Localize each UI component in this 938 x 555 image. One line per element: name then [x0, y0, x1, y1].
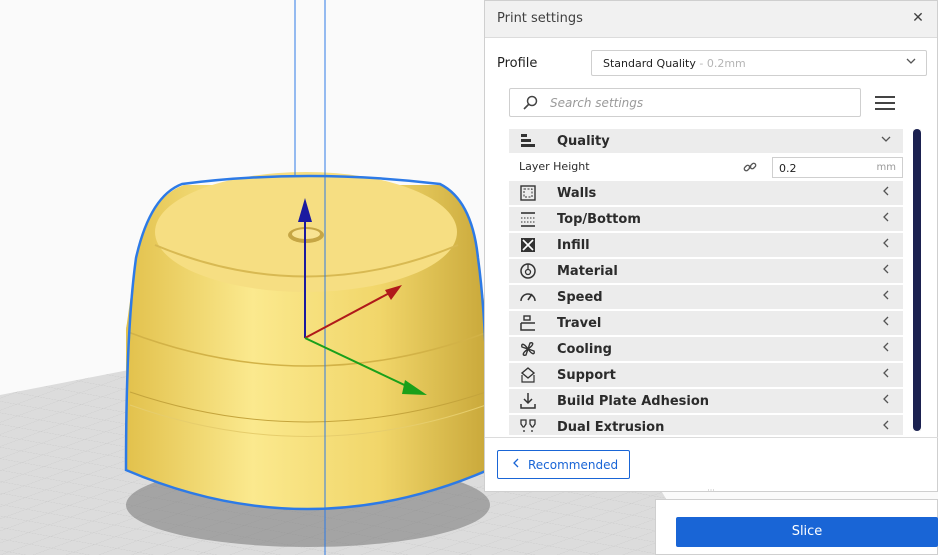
category-travel[interactable]: Travel	[509, 311, 903, 335]
chevron-left-icon	[881, 393, 891, 407]
support-icon	[519, 366, 537, 384]
model-body[interactable]	[124, 172, 490, 511]
category-support[interactable]: Support	[509, 363, 903, 387]
profile-value-sub: - 0.2mm	[695, 57, 746, 70]
chevron-left-icon	[881, 289, 891, 303]
category-build-plate-adhesion[interactable]: Build Plate Adhesion	[509, 389, 903, 413]
category-label: Build Plate Adhesion	[557, 394, 710, 409]
settings-visibility-menu-icon[interactable]	[875, 93, 895, 111]
chevron-left-icon	[881, 419, 891, 433]
slice-label: Slice	[791, 524, 823, 539]
chevron-left-icon	[881, 263, 891, 277]
panel-header: Print settings ✕	[485, 1, 937, 38]
profile-label: Profile	[497, 56, 538, 71]
walls-icon	[519, 184, 537, 202]
category-infill[interactable]: Infill	[509, 233, 903, 257]
chevron-left-icon	[881, 185, 891, 199]
chevron-left-icon	[881, 341, 891, 355]
material-icon	[519, 262, 537, 280]
category-top-bottom[interactable]: Top/Bottom	[509, 207, 903, 231]
panel-title: Print settings	[497, 11, 583, 26]
print-settings-panel: Print settings ✕ Profile Standard Qualit…	[484, 0, 938, 492]
search-icon	[522, 95, 538, 111]
scrollbar-thumb[interactable]	[913, 129, 921, 431]
chevron-left-icon	[511, 457, 521, 472]
category-label: Cooling	[557, 342, 612, 357]
layer-height-field[interactable]: mm	[772, 157, 903, 178]
chevron-left-icon	[881, 211, 891, 225]
category-label: Support	[557, 368, 616, 383]
category-speed[interactable]: Speed	[509, 285, 903, 309]
category-material[interactable]: Material	[509, 259, 903, 283]
layer-height-unit: mm	[876, 162, 896, 173]
layer-height-label: Layer Height	[519, 160, 590, 173]
chevron-down-icon	[906, 56, 916, 69]
profile-dropdown[interactable]: Standard Quality - 0.2mm	[591, 50, 927, 76]
panel-resize-handle[interactable]: ···	[703, 487, 719, 495]
close-icon[interactable]: ✕	[909, 9, 927, 27]
category-walls[interactable]: Walls	[509, 181, 903, 205]
layer-height-input[interactable]	[779, 161, 869, 175]
chevron-left-icon	[881, 315, 891, 329]
profile-value: Standard Quality - 0.2mm	[603, 57, 746, 70]
build-plate-adhesion-icon	[519, 392, 537, 410]
link-icon[interactable]	[742, 159, 758, 175]
category-label: Travel	[557, 316, 602, 331]
search-input[interactable]	[550, 94, 850, 111]
category-label: Walls	[557, 186, 597, 201]
category-label: Material	[557, 264, 618, 279]
profile-value-text: Standard Quality	[603, 57, 696, 70]
category-quality[interactable]: Quality	[509, 129, 903, 153]
chevron-left-icon	[881, 367, 891, 381]
infill-icon	[519, 236, 537, 254]
search-settings-box[interactable]	[509, 88, 861, 117]
category-label: Top/Bottom	[557, 212, 641, 227]
speed-icon	[519, 288, 537, 306]
chevron-left-icon	[881, 237, 891, 251]
top-bottom-icon	[519, 210, 537, 228]
quality-icon	[519, 132, 537, 150]
category-label: Infill	[557, 238, 590, 253]
panel-divider	[485, 437, 938, 438]
category-dual-extrusion[interactable]: Dual Extrusion	[509, 415, 903, 435]
travel-icon	[519, 314, 537, 332]
cooling-icon	[519, 340, 537, 358]
category-label: Quality	[557, 134, 610, 149]
category-label: Speed	[557, 290, 603, 305]
recommended-button[interactable]: Recommended	[497, 450, 630, 479]
settings-scrollbar[interactable]	[913, 129, 921, 431]
slice-button[interactable]: Slice	[676, 517, 938, 547]
setting-layer-height: Layer Height mm	[509, 155, 903, 179]
category-cooling[interactable]: Cooling	[509, 337, 903, 361]
chevron-down-icon	[881, 133, 891, 147]
settings-list: Quality Layer Height mm Walls Top/Bottom…	[509, 129, 903, 435]
dual-extrusion-icon	[519, 418, 537, 435]
recommended-label: Recommended	[528, 458, 619, 472]
category-label: Dual Extrusion	[557, 420, 665, 435]
